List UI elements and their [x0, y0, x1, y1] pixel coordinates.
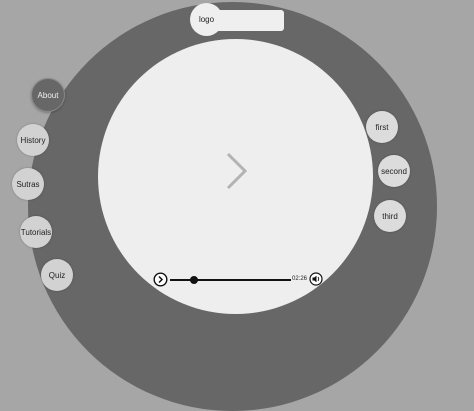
volume-icon[interactable]: [309, 272, 323, 286]
section-label: third: [382, 211, 398, 221]
section-label: second: [381, 166, 407, 176]
play-chevron-icon[interactable]: [222, 151, 252, 191]
nav-item-label: About: [37, 90, 59, 100]
logo-text: logo: [198, 15, 215, 24]
nav-item-tutorials[interactable]: Tutorials: [20, 216, 52, 248]
nav-item-label: History: [20, 135, 46, 145]
section-third[interactable]: third: [374, 200, 406, 232]
section-second[interactable]: second: [378, 155, 410, 187]
progress-track[interactable]: [170, 279, 291, 281]
nav-item-history[interactable]: History: [17, 124, 49, 156]
play-button-icon[interactable]: [153, 272, 168, 287]
nav-item-quiz[interactable]: Quiz: [41, 259, 73, 291]
nav-item-label: Quiz: [48, 270, 66, 280]
nav-item-about[interactable]: About: [32, 79, 64, 111]
time-display: 02:26: [292, 276, 308, 282]
section-first[interactable]: first: [366, 111, 398, 143]
nav-item-label: Tutorials: [20, 227, 52, 237]
section-label: first: [375, 122, 389, 132]
nav-item-label: Sutras: [16, 179, 40, 189]
nav-item-sutras[interactable]: Sutras: [12, 168, 44, 200]
